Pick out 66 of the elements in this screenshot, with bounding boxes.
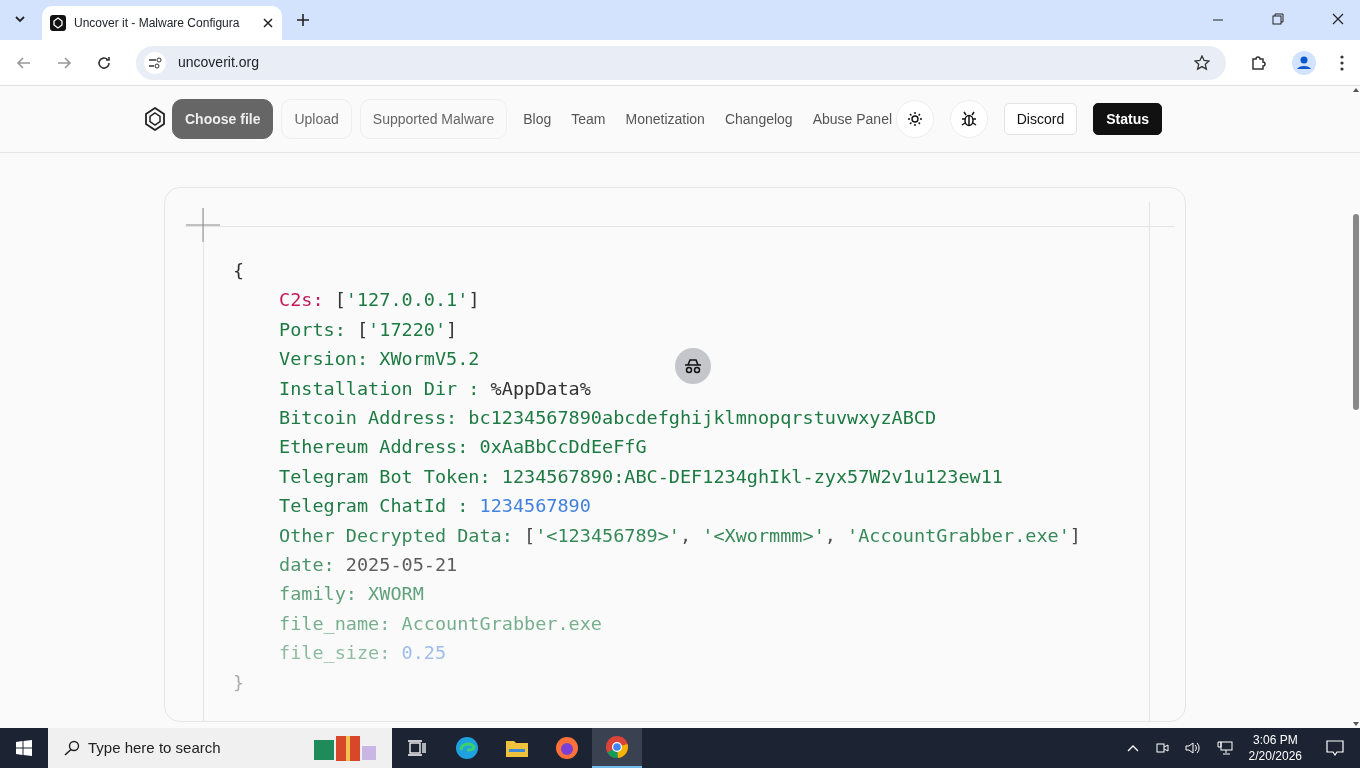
- nav-link[interactable]: Team: [571, 108, 606, 130]
- config-line: Ethereum Address: 0xAaBbCcDdEeFfG: [278, 435, 647, 460]
- config-line: Installation Dir : %AppData%: [278, 376, 591, 401]
- config-line: Other Decrypted Data: ['<123456789>', '<Xwormmm>', 'AccountGrabber.exe']: [278, 523, 1081, 548]
- crosshair-icon: [186, 208, 220, 242]
- new-tab-icon[interactable]: [296, 13, 310, 27]
- chrome-taskbar-button[interactable]: [592, 728, 642, 768]
- tab-list-icon[interactable]: [14, 13, 26, 25]
- floating-button[interactable]: Choose file: [172, 99, 274, 139]
- forward-icon[interactable]: [56, 54, 72, 71]
- site-logo-icon: [144, 107, 166, 131]
- close-icon[interactable]: [1332, 13, 1344, 25]
- code-brace: {: [233, 259, 245, 283]
- nav-button[interactable]: Discord: [1003, 103, 1078, 135]
- config-line: Ports: ['17220']: [278, 317, 458, 342]
- taskbar-search-field[interactable]: Type here to search: [48, 728, 392, 768]
- config-line: file_size: 0.25: [278, 641, 447, 666]
- restore-icon[interactable]: [1272, 13, 1284, 25]
- config-line: file_name: AccountGrabber.exe: [278, 611, 602, 636]
- task-view-icon[interactable]: [408, 740, 426, 756]
- code-brace: }: [233, 670, 245, 695]
- config-line: Telegram ChatId : 1234567890: [278, 494, 591, 519]
- nav-link[interactable]: Changelog: [724, 108, 793, 130]
- theme-toggle-button[interactable]: [895, 100, 934, 138]
- profile-icon[interactable]: [1292, 50, 1316, 75]
- firefox-icon[interactable]: [555, 736, 579, 760]
- back-icon[interactable]: [16, 54, 32, 71]
- nav-link[interactable]: Blog: [523, 108, 552, 130]
- browser-tab[interactable]: Uncover it - Malware Configura: [42, 6, 282, 40]
- floating-button[interactable]: Upload: [281, 99, 352, 139]
- url-text: uncoverit.org: [178, 53, 259, 72]
- volume-icon[interactable]: [1184, 741, 1201, 755]
- chrome-icon: [605, 735, 629, 759]
- floating-button[interactable]: Supported Malware: [359, 99, 508, 139]
- config-line: Version: XWormV5.2: [278, 347, 480, 372]
- clock-time: 3:06 PM: [1251, 732, 1299, 748]
- folder-icon[interactable]: [505, 738, 529, 758]
- bug-report-button[interactable]: [949, 100, 988, 138]
- search-icon: [64, 740, 80, 756]
- start-icon[interactable]: [16, 740, 32, 756]
- more-icon[interactable]: [1340, 54, 1344, 71]
- bug-icon: [959, 110, 978, 128]
- notification-icon[interactable]: [1326, 740, 1344, 756]
- star-icon[interactable]: [1194, 54, 1210, 71]
- nav-link[interactable]: Monetization: [625, 108, 705, 130]
- config-line: Telegram Bot Token: 1234567890:ABC-DEF1234ghIkl-zyx57W2v1u123ew11: [278, 464, 1003, 489]
- address-bar[interactable]: uncoverit.org: [136, 45, 1226, 80]
- clock-date: 2/20/2026: [1248, 748, 1302, 764]
- config-line: family: XWORM: [278, 582, 424, 607]
- config-line: C2s: ['127.0.0.1']: [278, 288, 480, 313]
- reload-icon[interactable]: [96, 54, 112, 71]
- chevron-up-icon[interactable]: [1126, 744, 1139, 752]
- site-settings-icon[interactable]: [144, 51, 166, 74]
- extensions-icon[interactable]: [1250, 53, 1268, 72]
- edge-icon[interactable]: [455, 736, 479, 760]
- incognito-button[interactable]: [675, 348, 711, 384]
- close-icon[interactable]: [262, 17, 274, 29]
- site-logo-icon: [50, 15, 66, 31]
- camera-icon[interactable]: [1154, 741, 1169, 755]
- config-line: Bitcoin Address: bc1234567890abcdefghijklmnopqrstuvwxyzABCD: [278, 406, 937, 431]
- network-icon[interactable]: [1216, 741, 1233, 755]
- nav-link[interactable]: Abuse Panel: [812, 108, 893, 130]
- config-line: date: 2025-05-21: [278, 553, 458, 578]
- incognito-icon: [683, 358, 703, 374]
- sun-icon: [906, 111, 923, 127]
- nav-button[interactable]: Status: [1093, 103, 1162, 135]
